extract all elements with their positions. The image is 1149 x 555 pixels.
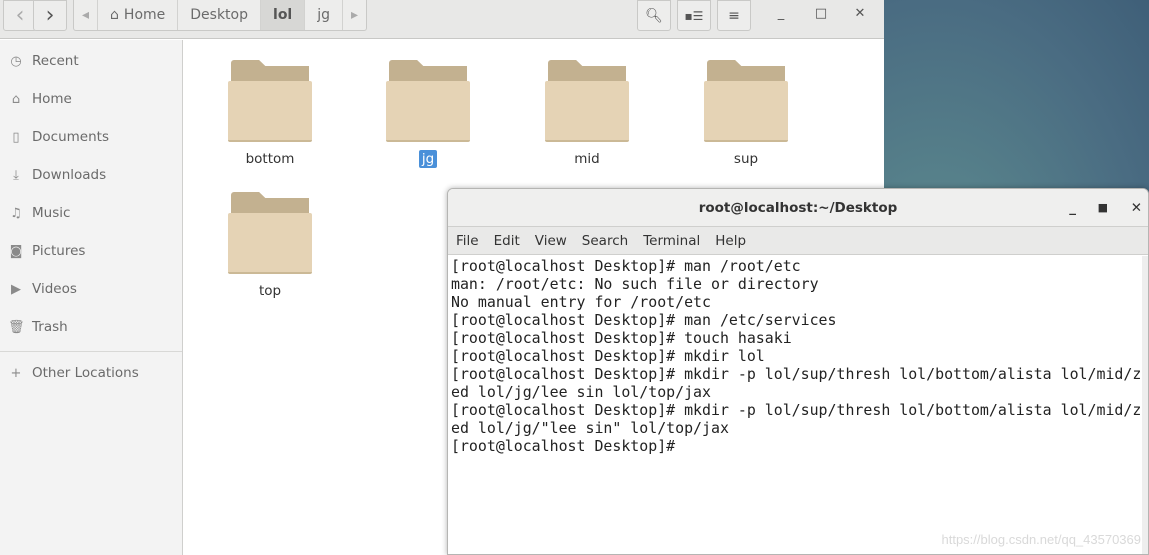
folder-item[interactable]: sup [691, 60, 801, 168]
terminal-line: [root@localhost Desktop]# mkdir -p lol/s… [451, 365, 1142, 383]
folder-label: jg [418, 150, 438, 168]
close-button[interactable]: ✕ [849, 6, 871, 26]
camera-icon: ◙ [9, 243, 23, 259]
terminal-prompt: [root@localhost Desktop]# [451, 437, 685, 455]
document-icon: ▯ [12, 129, 20, 145]
folder-item[interactable]: bottom [215, 60, 325, 168]
chevron-left-icon: ‹ [15, 3, 25, 28]
folder-icon [386, 60, 470, 142]
folder-label: mid [574, 151, 600, 167]
sidebar-item-label: Downloads [32, 167, 107, 183]
menu-help[interactable]: Help [715, 233, 746, 249]
folder-icon [228, 192, 312, 274]
download-icon: ⤓ [13, 167, 19, 183]
folder-item[interactable]: mid [532, 60, 642, 168]
sidebar-item-label: Videos [32, 281, 77, 297]
terminal-title: root@localhost:~/Desktop [698, 200, 898, 216]
terminal-menubar: File Edit View Search Terminal Help [448, 227, 1148, 255]
menu-button[interactable]: ≡ [717, 0, 751, 31]
folder-icon [228, 60, 312, 142]
terminal-window: root@localhost:~/Desktop _ ■ ✕ File Edit… [447, 188, 1149, 555]
terminal-line: man: /root/etc: No such file or director… [451, 275, 819, 293]
hamburger-menu-icon: ≡ [728, 7, 740, 24]
terminal-output[interactable]: [root@localhost Desktop]# man /root/etc m… [448, 255, 1148, 455]
folder-label: bottom [245, 151, 295, 167]
sidebar-item-home[interactable]: ⌂ Home [0, 80, 182, 118]
search-button[interactable]: 🔍︎ [637, 0, 671, 31]
clock-icon: ◷ [10, 53, 22, 69]
search-icon: 🔍︎ [645, 7, 663, 24]
breadcrumb: ◂ ⌂ Home Desktop lol jg ▸ [73, 0, 368, 31]
back-button[interactable]: ‹ [3, 0, 37, 31]
music-icon: ♫ [10, 205, 22, 221]
close-button[interactable]: ✕ [1131, 189, 1142, 227]
terminal-line: [root@localhost Desktop]# man /etc/servi… [451, 311, 837, 329]
sidebar-item-label: Other Locations [32, 365, 139, 381]
folder-item[interactable]: jg [373, 60, 483, 168]
terminal-line: No manual entry for /root/etc [451, 293, 711, 311]
terminal-line: [root@localhost Desktop]# man /root/etc [451, 257, 801, 275]
folder-icon [545, 60, 629, 142]
crumb-desktop[interactable]: Desktop [178, 0, 262, 30]
sidebar: ◷ Recent ⌂ Home ▯ Documents ⤓ Downloads ♫ Mus… [0, 40, 183, 555]
menu-file[interactable]: File [456, 233, 479, 249]
toolbar: ‹ › ◂ ⌂ Home Desktop lol jg ▸ 🔍︎ ▪☰ ≡ _ □… [0, 0, 884, 39]
sidebar-item-label: Home [32, 91, 72, 107]
menu-search[interactable]: Search [582, 233, 628, 249]
sidebar-item-pictures[interactable]: ◙ Pictures [0, 232, 182, 270]
terminal-prompt-line: [root@localhost Desktop]# [451, 437, 1148, 455]
sidebar-item-label: Recent [32, 53, 79, 69]
watermark: https://blog.csdn.net/qq_43570369 [941, 532, 1142, 547]
terminal-line: ed lol/jg/lee sin lol/top/jax [451, 383, 711, 401]
sidebar-item-label: Trash [32, 319, 68, 335]
sidebar-item-videos[interactable]: ▶ Videos [0, 270, 182, 308]
crumb-jg[interactable]: jg [305, 0, 344, 30]
path-scroll-right[interactable]: ▸ [343, 0, 366, 30]
list-view-icon: ▪☰ [684, 8, 704, 23]
sidebar-item-label: Music [32, 205, 71, 221]
crumb-label: Home [123, 7, 166, 23]
sidebar-item-documents[interactable]: ▯ Documents [0, 118, 182, 156]
home-icon: ⌂ [11, 91, 21, 107]
crumb-lol[interactable]: lol [261, 0, 306, 30]
terminal-titlebar[interactable]: root@localhost:~/Desktop _ ■ ✕ [448, 189, 1148, 227]
trash-icon: 🗑︎ [8, 319, 25, 335]
folder-label: top [258, 283, 282, 299]
terminal-line: [root@localhost Desktop]# touch hasaki [451, 329, 792, 347]
folder-icon [704, 60, 788, 142]
crumb-home[interactable]: ⌂ Home [98, 0, 179, 30]
menu-view[interactable]: View [535, 233, 567, 249]
terminal-line: [root@localhost Desktop]# mkdir lol [451, 347, 765, 365]
folder-label: sup [733, 151, 759, 167]
video-icon: ▶ [11, 281, 21, 297]
sidebar-item-trash[interactable]: 🗑︎ Trash [0, 308, 182, 346]
folder-item[interactable]: top [215, 192, 325, 300]
view-toggle-button[interactable]: ▪☰ [677, 0, 711, 31]
home-icon: ⌂ [110, 7, 119, 23]
terminal-line: ed lol/jg/"lee sin" lol/top/jax [451, 419, 729, 437]
maximize-button[interactable]: □ [810, 6, 832, 26]
sidebar-item-label: Pictures [32, 243, 86, 259]
chevron-right-icon: › [45, 3, 55, 28]
sidebar-item-downloads[interactable]: ⤓ Downloads [0, 156, 182, 194]
sidebar-item-recent[interactable]: ◷ Recent [0, 42, 182, 80]
sidebar-item-other-locations[interactable]: + Other Locations [0, 354, 182, 392]
terminal-scrollbar[interactable] [1142, 256, 1148, 554]
maximize-button[interactable]: ■ [1098, 189, 1108, 227]
sidebar-divider [0, 351, 182, 352]
menu-terminal[interactable]: Terminal [643, 233, 700, 249]
forward-button[interactable]: › [33, 0, 67, 31]
sidebar-item-label: Documents [32, 129, 109, 145]
plus-icon: + [10, 365, 22, 381]
menu-edit[interactable]: Edit [494, 233, 520, 249]
sidebar-item-music[interactable]: ♫ Music [0, 194, 182, 232]
path-scroll-left[interactable]: ◂ [74, 0, 99, 30]
terminal-line: [root@localhost Desktop]# mkdir -p lol/s… [451, 401, 1142, 419]
minimize-button[interactable]: _ [1069, 189, 1076, 227]
minimize-button[interactable]: _ [770, 6, 792, 26]
